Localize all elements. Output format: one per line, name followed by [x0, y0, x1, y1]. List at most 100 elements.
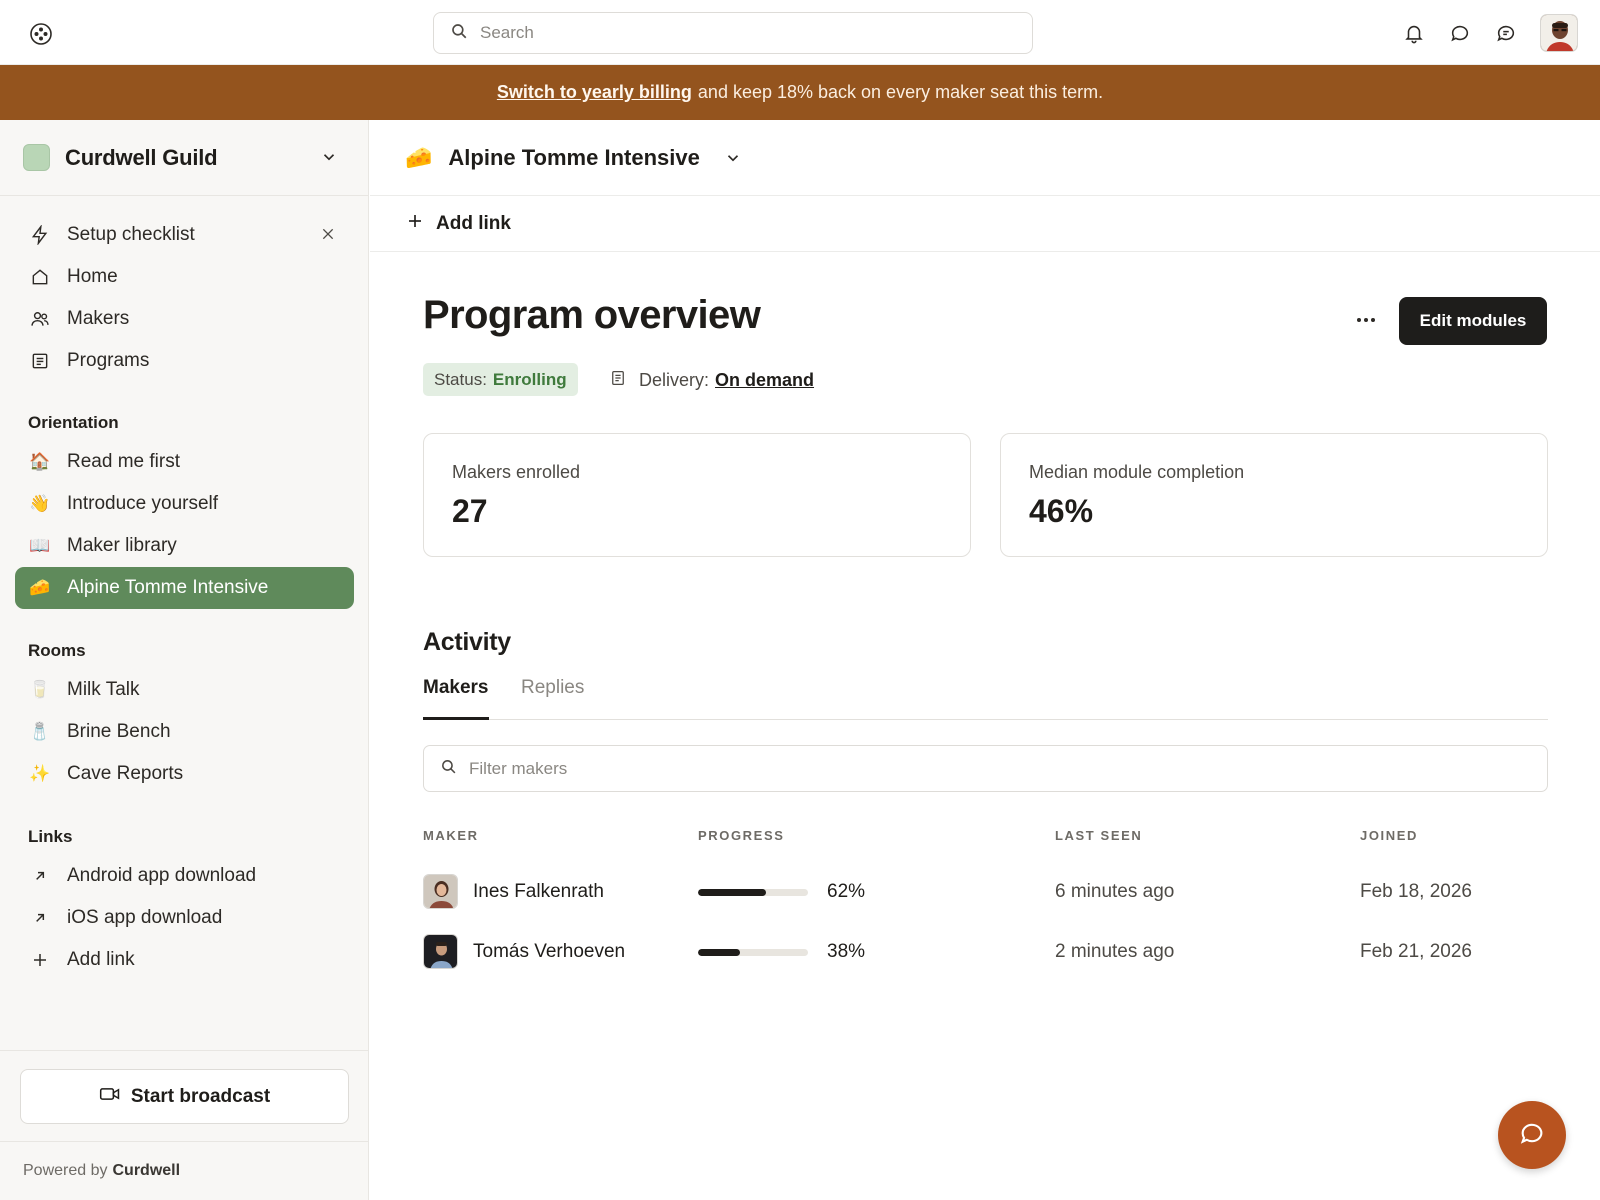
yearly-billing-link[interactable]: Switch to yearly billing	[497, 82, 692, 103]
edit-modules-button[interactable]: Edit modules	[1399, 297, 1547, 345]
sidebar-item-makers[interactable]: Makers	[15, 298, 354, 340]
status-badge: Status: Enrolling	[423, 363, 578, 396]
chat-launcher-button[interactable]	[1498, 1101, 1566, 1169]
sidebar-item-cave-reports[interactable]: ✨ Cave Reports	[15, 753, 354, 795]
sidebar-item-milk-talk[interactable]: 🥛 Milk Talk	[15, 669, 354, 711]
maker-name: Ines Falkenrath	[473, 881, 604, 902]
cheese-emoji-icon: 🧀	[29, 578, 51, 597]
powered-brand[interactable]: Curdwell	[113, 1162, 181, 1180]
chat-bubble-icon[interactable]	[1448, 21, 1472, 45]
progress-bar	[698, 949, 808, 956]
progress-percent: 38%	[827, 941, 866, 962]
filter-makers-input[interactable]: Filter makers	[423, 745, 1548, 792]
chevron-down-icon[interactable]	[320, 148, 338, 171]
workspace-logo	[23, 144, 50, 171]
app-logo-icon[interactable]	[27, 20, 55, 48]
stat-label: Median module completion	[1029, 462, 1245, 482]
bolt-icon	[29, 224, 51, 246]
sidebar-item-home[interactable]: Home	[15, 256, 354, 298]
progress-fill	[698, 889, 767, 896]
document-icon	[609, 369, 627, 392]
search-placeholder: Search	[480, 23, 534, 42]
arrow-up-right-icon	[29, 865, 51, 887]
sidebar: Curdwell Guild Setup checklist Home Make…	[0, 120, 369, 1200]
sidebar-item-android-app-download[interactable]: Android app download	[15, 855, 354, 897]
home-icon	[29, 266, 51, 288]
sidebar-item-maker-library[interactable]: 📖 Maker library	[15, 525, 354, 567]
banner-text: and keep 18% back on every maker seat th…	[697, 82, 1104, 102]
stat-label: Makers enrolled	[452, 462, 581, 482]
sidebar-item-setup-checklist[interactable]: Setup checklist	[15, 214, 354, 256]
search-input[interactable]: Search	[433, 12, 1033, 54]
progress-bar	[698, 889, 808, 896]
search-icon	[440, 758, 457, 780]
add-link-label: Add link	[436, 212, 511, 234]
salt-emoji-icon: 🧂	[29, 722, 51, 741]
arrow-up-right-icon	[29, 907, 51, 929]
status-value: Enrolling	[492, 369, 567, 389]
plus-icon	[406, 212, 424, 236]
book-emoji-icon: 📖	[29, 536, 51, 555]
main-content: 🧀 Alpine Tomme Intensive Add link Progra…	[370, 120, 1600, 1200]
top-bar: Search	[0, 0, 1600, 65]
tab-replies[interactable]: Replies	[521, 677, 584, 720]
maker-avatar	[423, 874, 458, 909]
table-row[interactable]: Tomás Verhoeven 38% 2 minutes ago Feb 21…	[423, 932, 1548, 972]
sidebar-item-label: iOS app download	[67, 907, 223, 928]
column-header-last-seen[interactable]: LAST SEEN	[1055, 828, 1142, 843]
tab-makers[interactable]: Makers	[423, 677, 489, 720]
progress-percent: 62%	[827, 881, 866, 902]
maker-name: Tomás Verhoeven	[473, 941, 626, 962]
sidebar-item-label: Cave Reports	[67, 763, 184, 784]
column-header-joined[interactable]: JOINED	[1360, 828, 1418, 843]
powered-by: Powered by Curdwell	[0, 1141, 369, 1200]
close-icon[interactable]	[320, 226, 336, 248]
filter-placeholder: Filter makers	[469, 758, 568, 778]
progress-fill	[698, 949, 740, 956]
chevron-down-icon[interactable]	[724, 149, 742, 167]
sidebar-item-label: Makers	[67, 308, 130, 329]
table-row[interactable]: Ines Falkenrath 62% 6 minutes ago Feb 18…	[423, 872, 1548, 912]
sidebar-item-label: Add link	[67, 949, 135, 970]
search-icon	[450, 22, 468, 45]
column-header-progress[interactable]: PROGRESS	[698, 828, 784, 843]
chat-bubble-icon	[1518, 1119, 1546, 1152]
users-icon	[29, 308, 51, 330]
sidebar-item-label: Setup checklist	[67, 224, 195, 245]
stat-value: 46%	[1029, 493, 1094, 529]
stat-card-median-completion: Median module completion 46%	[1000, 433, 1548, 557]
stat-value: 27	[452, 493, 488, 529]
sidebar-item-read-me-first[interactable]: 🏠 Read me first	[15, 441, 354, 483]
user-avatar[interactable]	[1540, 14, 1578, 52]
delivery-label: Delivery:	[639, 369, 710, 390]
messages-icon[interactable]	[1494, 21, 1518, 45]
section-title-rooms: Rooms	[28, 641, 86, 660]
add-link-button[interactable]: Add link	[370, 196, 1600, 252]
section-title-orientation: Orientation	[28, 413, 119, 432]
start-broadcast-button[interactable]: Start broadcast	[20, 1069, 349, 1124]
sidebar-item-ios-app-download[interactable]: iOS app download	[15, 897, 354, 939]
sidebar-item-add-link[interactable]: Add link	[15, 939, 354, 981]
sidebar-item-brine-bench[interactable]: 🧂 Brine Bench	[15, 711, 354, 753]
sparkles-emoji-icon: ✨	[29, 764, 51, 783]
joined-date: Feb 21, 2026	[1360, 941, 1472, 962]
milk-emoji-icon: 🥛	[29, 680, 51, 699]
sidebar-item-label: Home	[67, 266, 118, 287]
section-title-links: Links	[28, 827, 73, 846]
plus-icon	[29, 949, 51, 971]
more-options-icon[interactable]	[1350, 306, 1382, 334]
delivery-value-link[interactable]: On demand	[715, 370, 814, 391]
course-title: Alpine Tomme Intensive	[448, 144, 700, 170]
sidebar-item-introduce-yourself[interactable]: 👋 Introduce yourself	[15, 483, 354, 525]
workspace-switcher[interactable]: Curdwell Guild	[0, 120, 368, 196]
sidebar-item-label: Brine Bench	[67, 721, 171, 742]
broadcast-section: Start broadcast	[0, 1050, 369, 1141]
sidebar-item-label: Maker library	[67, 535, 177, 556]
stat-card-makers-enrolled: Makers enrolled 27	[423, 433, 971, 557]
video-camera-icon	[99, 1085, 121, 1109]
sidebar-item-alpine-tomme-intensive[interactable]: 🧀 Alpine Tomme Intensive	[15, 567, 354, 609]
sidebar-item-programs[interactable]: Programs	[15, 340, 354, 382]
column-header-maker[interactable]: MAKER	[423, 828, 479, 843]
last-seen: 6 minutes ago	[1055, 881, 1175, 902]
bell-icon[interactable]	[1402, 21, 1426, 45]
